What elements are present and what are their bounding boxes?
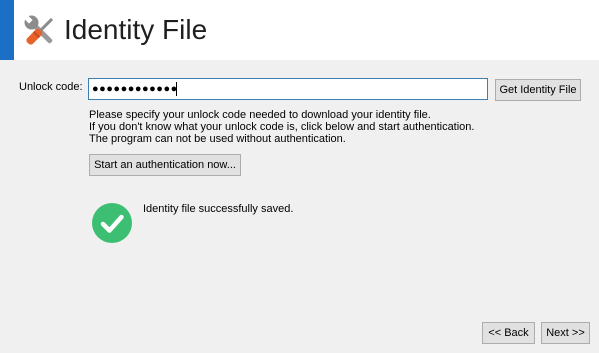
text-caret [176, 82, 177, 96]
unlock-code-input[interactable]: ●●●●●●●●●●●● [88, 78, 488, 100]
get-identity-file-button[interactable]: Get Identity File [495, 79, 581, 101]
unlock-code-label: Unlock code: [19, 81, 83, 93]
header-accent-bar [0, 0, 14, 60]
next-button[interactable]: Next >> [541, 322, 590, 344]
info-text: Please specify your unlock code needed t… [89, 109, 474, 145]
header: Identity File [0, 0, 599, 60]
page-title: Identity File [64, 14, 208, 45]
back-button[interactable]: << Back [482, 322, 535, 344]
info-line: The program can not be used without auth… [89, 133, 346, 145]
tools-icon [24, 15, 54, 45]
start-authentication-button[interactable]: Start an authentication now... [89, 154, 241, 176]
info-line: Please specify your unlock code needed t… [89, 109, 431, 121]
unlock-code-masked-value: ●●●●●●●●●●●● [92, 83, 178, 95]
check-circle-icon [92, 203, 132, 243]
info-line: If you don't know what your unlock code … [89, 121, 475, 133]
status-message: Identity file successfully saved. [143, 203, 294, 215]
